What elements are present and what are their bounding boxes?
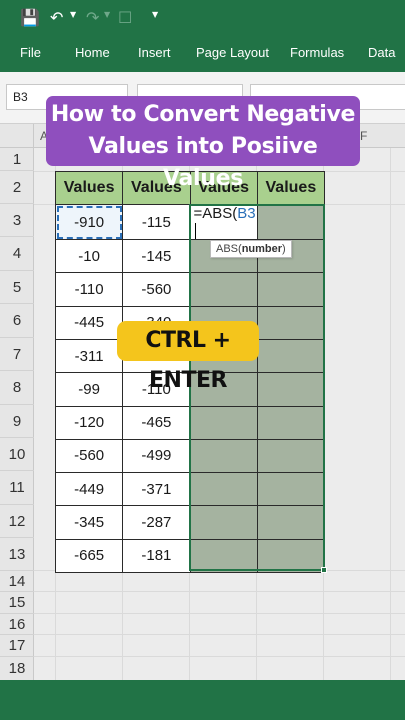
customize-toolbar-icon[interactable]: ▼ — [152, 10, 158, 19]
row-header[interactable]: 7 — [0, 338, 34, 371]
selected-cell[interactable] — [256, 505, 326, 540]
row-header[interactable]: 13 — [0, 538, 34, 571]
tab-page-layout[interactable]: Page Layout — [196, 45, 269, 60]
selected-cell[interactable] — [189, 438, 258, 474]
column-header-f[interactable]: F — [360, 129, 367, 143]
table-cell[interactable]: -311 — [54, 338, 124, 374]
row-header[interactable]: 16 — [0, 614, 34, 635]
text-cursor — [194, 223, 196, 240]
ribbon-tabs: File Home Insert Page Layout Formulas Da… — [0, 36, 405, 72]
row-header[interactable]: 1 — [0, 148, 34, 171]
selected-cell[interactable] — [256, 272, 326, 307]
selected-cell[interactable] — [189, 272, 258, 307]
table-cell[interactable]: -499 — [122, 438, 191, 474]
selected-cell[interactable] — [256, 538, 326, 574]
row-header[interactable]: 12 — [0, 505, 34, 538]
row-header[interactable]: 14 — [0, 571, 34, 592]
redo-dropdown-icon: ▼ — [104, 10, 111, 19]
table-cell[interactable]: -465 — [122, 405, 191, 440]
cell-referenced[interactable]: -910 — [54, 203, 124, 241]
undo-dropdown-icon[interactable]: ▼ — [70, 10, 76, 19]
save-icon[interactable]: 💾 — [20, 8, 40, 28]
tooltip-function: ABS( — [216, 243, 242, 255]
table-cell[interactable]: -560 — [122, 272, 191, 307]
tab-formulas[interactable]: Formulas — [290, 45, 344, 60]
tab-insert[interactable]: Insert — [138, 45, 171, 60]
select-all-corner[interactable] — [0, 124, 34, 148]
table-cell[interactable]: -449 — [54, 472, 124, 507]
table-cell[interactable]: -665 — [54, 538, 124, 574]
formula-text: =ABS( — [193, 205, 238, 222]
selected-cell[interactable] — [256, 438, 326, 474]
tab-file[interactable]: File — [20, 45, 41, 60]
row-header[interactable]: 2 — [0, 171, 34, 204]
table-cell[interactable]: -120 — [54, 405, 124, 440]
row-header[interactable]: 6 — [0, 304, 34, 338]
quick-access-toolbar: 💾 ↶ ▼ ↷ ▼ ☐ ▼ — [0, 0, 405, 36]
row-header[interactable]: 9 — [0, 405, 34, 438]
table-cell[interactable]: -99 — [54, 372, 124, 407]
table-cell[interactable]: -181 — [122, 538, 191, 574]
selected-cell[interactable] — [189, 538, 258, 574]
table-cell[interactable]: -10 — [54, 239, 124, 274]
table-cell[interactable]: -287 — [122, 505, 191, 540]
table-cell[interactable]: -445 — [54, 305, 124, 340]
row-header[interactable]: 10 — [0, 438, 34, 471]
table-cell[interactable]: -371 — [122, 472, 191, 507]
header-cell-d[interactable]: Values — [256, 171, 326, 205]
shortcut-badge: CTRL + ENTER — [117, 321, 259, 393]
selected-cell[interactable] — [189, 472, 258, 507]
table-cell[interactable]: -115 — [122, 203, 191, 241]
tooltip-close: ) — [282, 243, 286, 255]
selected-cell[interactable] — [256, 405, 326, 440]
selected-cell[interactable] — [256, 203, 326, 241]
tab-data[interactable]: Data — [368, 45, 395, 60]
table-cell[interactable]: -345 — [54, 505, 124, 540]
formula-reference: B3 — [237, 205, 256, 222]
row-header[interactable]: 15 — [0, 592, 34, 614]
header-cell-a[interactable]: Values — [54, 171, 124, 205]
table-cell[interactable]: -110 — [54, 272, 124, 307]
fill-handle[interactable] — [321, 567, 327, 573]
selected-cell[interactable] — [189, 505, 258, 540]
table-cell[interactable]: -560 — [54, 438, 124, 474]
selected-cell[interactable] — [256, 305, 326, 340]
row-header[interactable]: 5 — [0, 271, 34, 304]
row-header[interactable]: 8 — [0, 371, 34, 405]
status-bar — [0, 680, 405, 720]
tab-home[interactable]: Home — [75, 45, 110, 60]
row-header[interactable]: 17 — [0, 635, 34, 657]
selected-cell[interactable] — [256, 372, 326, 407]
selected-cell[interactable] — [189, 405, 258, 440]
redo-icon: ↷ — [86, 8, 100, 27]
function-tooltip[interactable]: ABS(number) — [210, 240, 292, 258]
active-cell-formula[interactable]: =ABS(B3 — [189, 203, 258, 241]
table-cell[interactable]: -145 — [122, 239, 191, 274]
selected-cell[interactable] — [256, 338, 326, 374]
undo-icon[interactable]: ↶ — [50, 8, 63, 28]
row-header[interactable]: 18 — [0, 657, 34, 680]
print-preview-icon: ☐ — [118, 8, 133, 27]
row-header[interactable]: 11 — [0, 471, 34, 505]
row-headers: 1 2 3 4 5 6 7 8 9 10 11 12 13 14 15 16 1… — [0, 148, 34, 680]
video-title: How to Convert Negative Values into Posi… — [46, 96, 360, 191]
selected-cell[interactable] — [256, 472, 326, 507]
tooltip-argument: number — [241, 243, 283, 255]
row-header[interactable]: 4 — [0, 237, 34, 271]
row-header[interactable]: 3 — [0, 204, 34, 237]
